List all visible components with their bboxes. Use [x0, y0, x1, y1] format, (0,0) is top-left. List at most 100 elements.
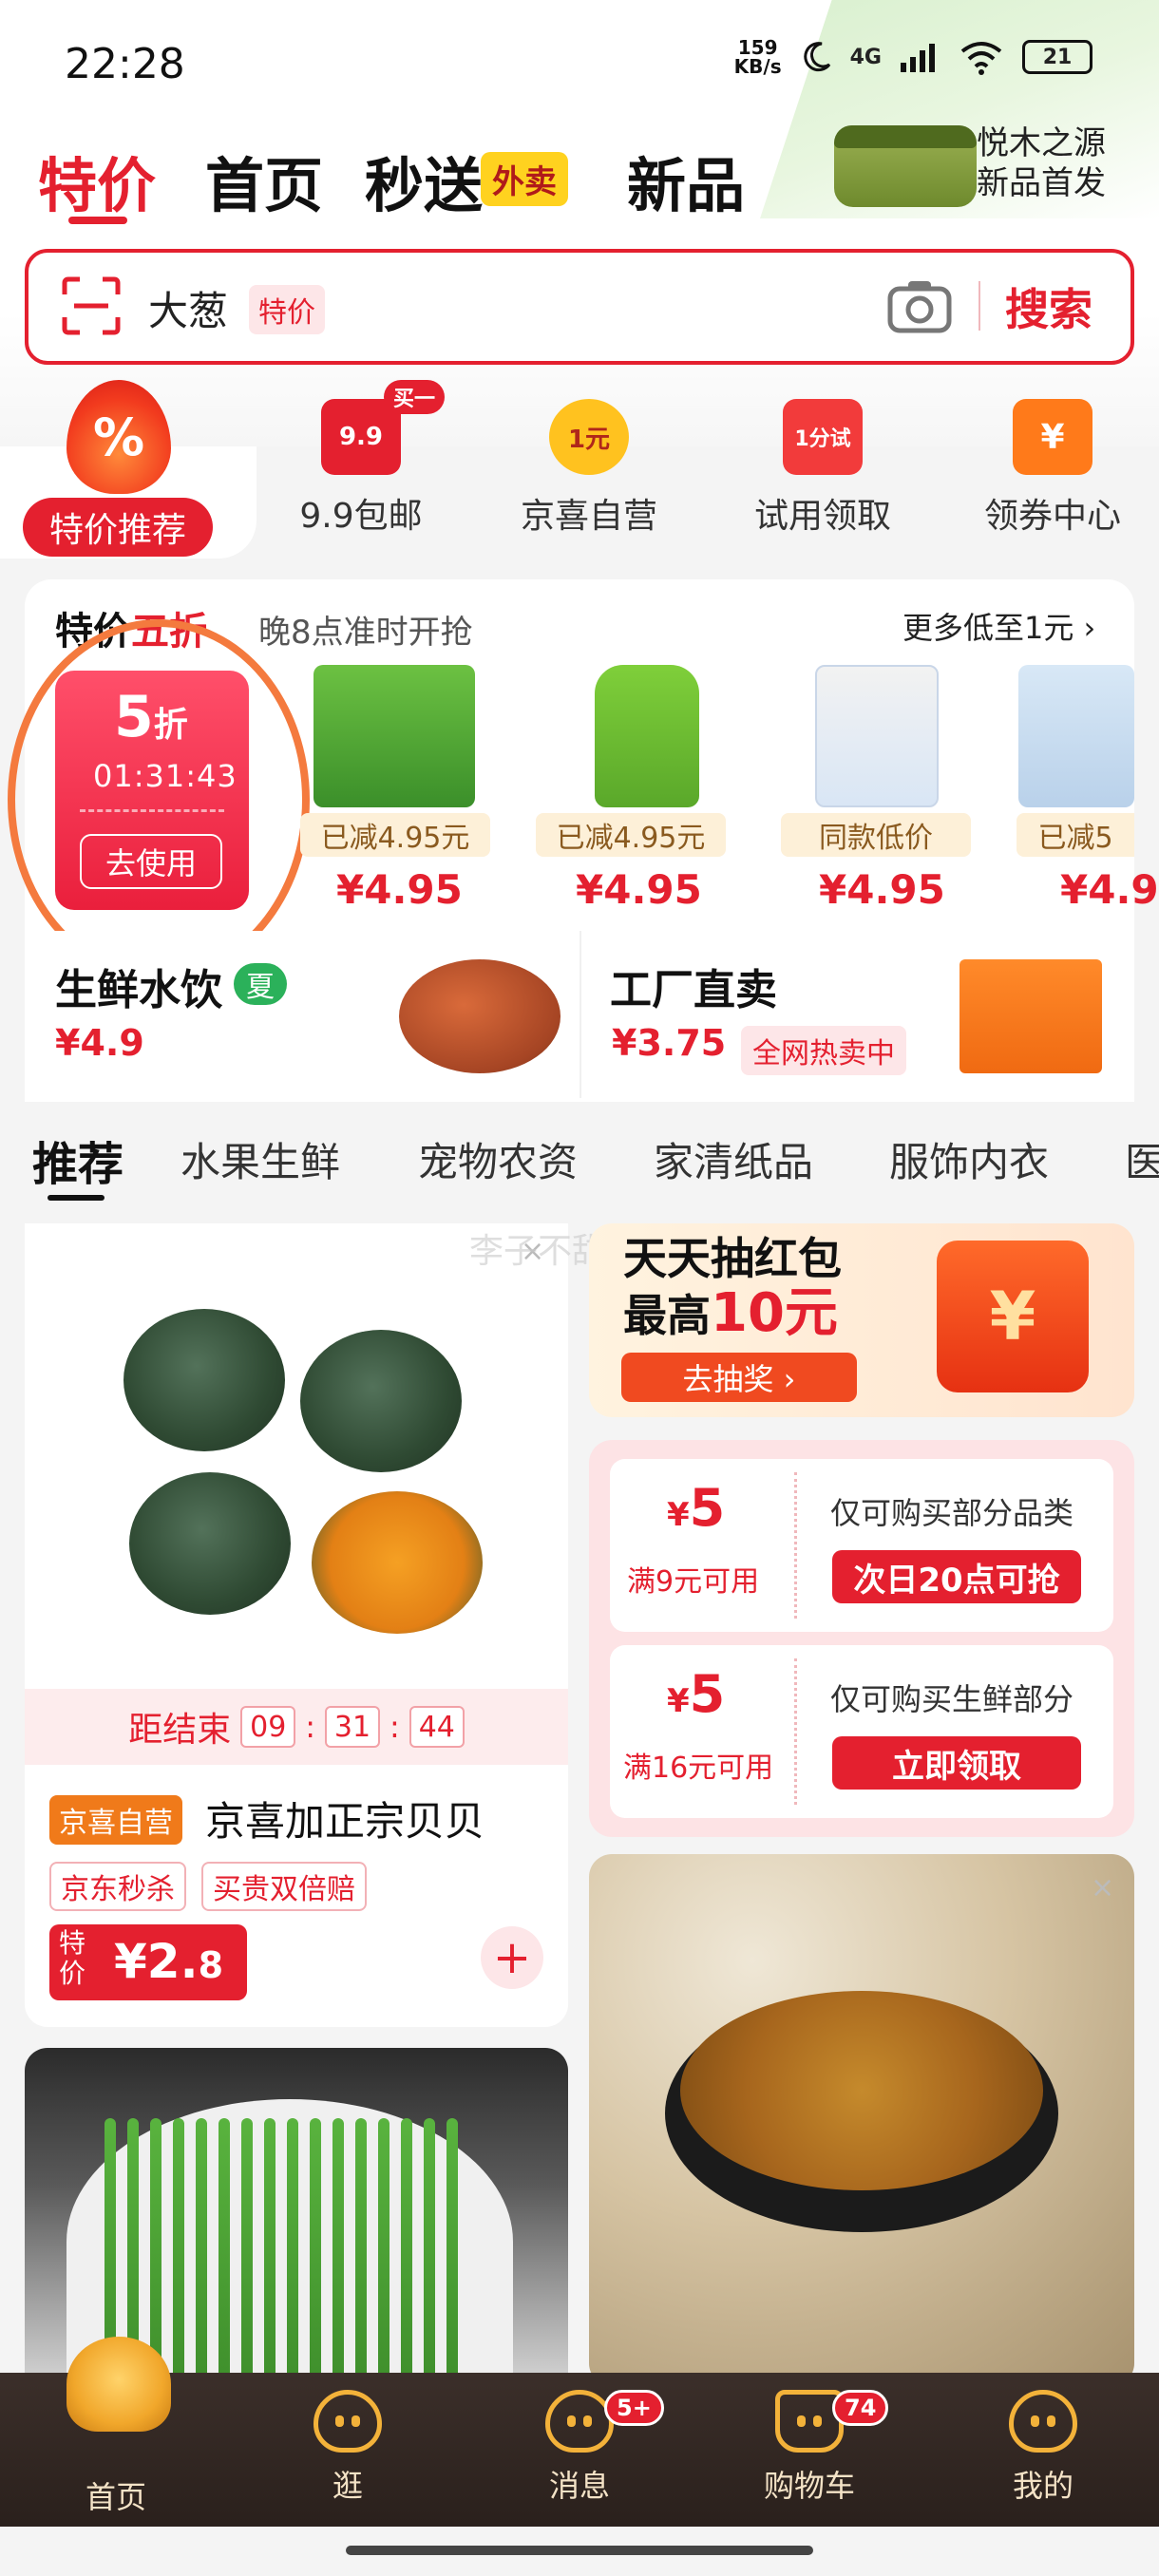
- dish-soap-bottle-icon[interactable]: [595, 665, 699, 807]
- pumpkin-image[interactable]: [25, 1223, 568, 1689]
- message-count-badge: 5+: [604, 2390, 664, 2426]
- price-guarantee-tag: 买贵双倍赔: [201, 1862, 367, 1911]
- tab-instant-delivery[interactable]: 秒送: [365, 138, 483, 223]
- voucher-claim-button[interactable]: 立即领取: [832, 1736, 1081, 1790]
- category-coupon-center[interactable]: ¥ 领券中心: [958, 399, 1148, 538]
- product-price: ¥4.9: [1060, 866, 1159, 913]
- tab-active-indicator: [68, 217, 127, 224]
- tab-fruit-fresh[interactable]: 水果生鲜: [180, 1130, 340, 1188]
- promo-banner-text[interactable]: 悦木之源 新品首发: [977, 123, 1106, 203]
- add-to-cart-button[interactable]: +: [481, 1926, 543, 1989]
- voucher-grab-tomorrow-button[interactable]: 次日20点可抢: [832, 1550, 1081, 1603]
- factory-direct-title: 工厂直卖: [610, 966, 777, 1014]
- nav-cart[interactable]: 购物车 74: [733, 2373, 889, 2506]
- product-tag: 已减4.95元: [300, 813, 490, 857]
- coupon-center-icon: ¥: [1013, 399, 1092, 475]
- voucher-amount: ¥5: [667, 1478, 726, 1538]
- search-tag: 特价: [249, 285, 325, 334]
- nav-profile[interactable]: 我的: [967, 2373, 1119, 2506]
- product-price: ¥2.8: [114, 1934, 224, 1989]
- sweet-potato-image: [399, 959, 560, 1073]
- nav-home[interactable]: 首页: [40, 2373, 192, 2517]
- voucher-condition: 满16元可用: [623, 1752, 774, 1785]
- category-nine-nine[interactable]: 9.9 买一 9.9包邮: [266, 380, 456, 538]
- self-operated-tag: 京喜自营: [49, 1795, 182, 1845]
- voucher-description: 仅可购买生鲜部分: [830, 1681, 1074, 1717]
- moon-icon: [803, 42, 830, 72]
- nav-messages[interactable]: 消息 5+: [504, 2373, 664, 2506]
- one-yuan-icon: 1元: [549, 399, 629, 475]
- wifi-icon: [960, 42, 1002, 75]
- tab-home-paper[interactable]: 家清纸品: [654, 1130, 813, 1188]
- home-indicator[interactable]: [346, 2546, 813, 2555]
- feed-tab-indicator: [48, 1195, 104, 1201]
- hand-drawn-circle-annotation: [8, 619, 310, 980]
- lottery-button[interactable]: 去抽奖 ›: [621, 1353, 857, 1402]
- summer-badge: 夏: [234, 963, 287, 1005]
- network-speed: 159 KB/s: [733, 36, 782, 78]
- tab-recommend[interactable]: 推荐: [32, 1127, 124, 1193]
- red-envelope-gift-icon: ¥: [937, 1241, 1089, 1392]
- voucher-separator: [794, 1472, 797, 1619]
- jd-flash-tag: 京东秒杀: [49, 1862, 186, 1911]
- product-price: ¥4.95: [576, 866, 702, 913]
- voucher-amount: ¥5: [667, 1664, 726, 1724]
- product-tag: 同款低价: [781, 813, 971, 857]
- status-time: 22:28: [65, 40, 185, 88]
- food-image: [680, 1991, 1043, 2190]
- tab-home[interactable]: 首页: [205, 138, 323, 223]
- nav-browse[interactable]: 逛: [272, 2373, 424, 2506]
- scan-icon[interactable]: [61, 275, 122, 336]
- fresh-drinks-title: 生鲜水饮: [55, 966, 222, 1014]
- search-button[interactable]: 搜索: [1005, 275, 1092, 338]
- category-jx-self-operated[interactable]: 1元 京喜自营: [494, 399, 684, 538]
- camera-icon[interactable]: [887, 277, 952, 334]
- message-icon: [545, 2390, 614, 2453]
- network-type: 4G: [849, 45, 882, 69]
- product-tag: 已减5: [1016, 813, 1134, 857]
- product-tag: 已减4.95元: [536, 813, 726, 857]
- toilet-cleaner-icon[interactable]: [815, 665, 939, 807]
- factory-direct-price: ¥3.75: [612, 1022, 727, 1064]
- voucher-condition: 满9元可用: [627, 1565, 760, 1599]
- voucher-separator: [794, 1658, 797, 1805]
- close-icon[interactable]: ×: [1091, 1871, 1114, 1904]
- lottery-title: 天天抽红包 最高10元: [623, 1233, 842, 1344]
- fresh-drinks-price: ¥4.9: [55, 1022, 144, 1064]
- seaweed-pack-icon[interactable]: [314, 665, 475, 807]
- nine-nine-icon: 9.9 买一: [321, 380, 445, 475]
- hot-selling-chip: 全网热卖中: [741, 1026, 906, 1075]
- countdown-seconds: 44: [408, 1706, 465, 1748]
- tab-special-price[interactable]: 特价: [38, 138, 156, 223]
- product-title[interactable]: 京喜加正宗贝贝: [205, 1790, 484, 1847]
- category-special-recommend[interactable]: 特价推荐: [23, 498, 213, 557]
- price-prefix: 特价: [59, 1927, 86, 1989]
- signal-icon: [901, 44, 935, 72]
- gift-box-image: [960, 959, 1102, 1073]
- browse-icon: [314, 2390, 382, 2453]
- voucher-description: 仅可购买部分品类: [830, 1495, 1074, 1531]
- tab-apparel[interactable]: 服饰内衣: [889, 1130, 1049, 1188]
- countdown-hours: 09: [240, 1706, 296, 1748]
- countdown-minutes: 31: [325, 1706, 380, 1748]
- profile-icon: [1009, 2390, 1077, 2453]
- flash-sale-more-link[interactable]: 更多低至1元 ›: [902, 604, 1095, 648]
- takeout-badge: 外卖: [481, 152, 568, 206]
- category-trial[interactable]: 1分试 试用领取: [728, 399, 918, 538]
- cream-jar-image[interactable]: [834, 125, 977, 207]
- tab-new-products[interactable]: 新品: [627, 138, 745, 223]
- tab-pet-agri[interactable]: 宠物农资: [418, 1130, 578, 1188]
- tissue-box-icon[interactable]: [1018, 665, 1134, 807]
- product-price: ¥4.95: [336, 866, 463, 913]
- flash-sale-subtitle: 晚8点准时开抢: [258, 614, 473, 652]
- status-icons: 159 KB/s 4G 21: [734, 38, 1092, 76]
- product-price: ¥4.95: [819, 866, 945, 913]
- countdown-strip: 距结束 09 : 31 : 44: [25, 1689, 568, 1765]
- tab-medical[interactable]: 医: [1125, 1130, 1159, 1188]
- watermark-text: 李子不甜: [469, 1232, 607, 1271]
- buy-one-badge: 买一: [383, 380, 445, 414]
- search-divider: [978, 281, 980, 331]
- search-input[interactable]: 大葱: [148, 279, 228, 337]
- trial-bag-icon: 1分试: [783, 399, 863, 475]
- cart-count-badge: 74: [832, 2390, 889, 2426]
